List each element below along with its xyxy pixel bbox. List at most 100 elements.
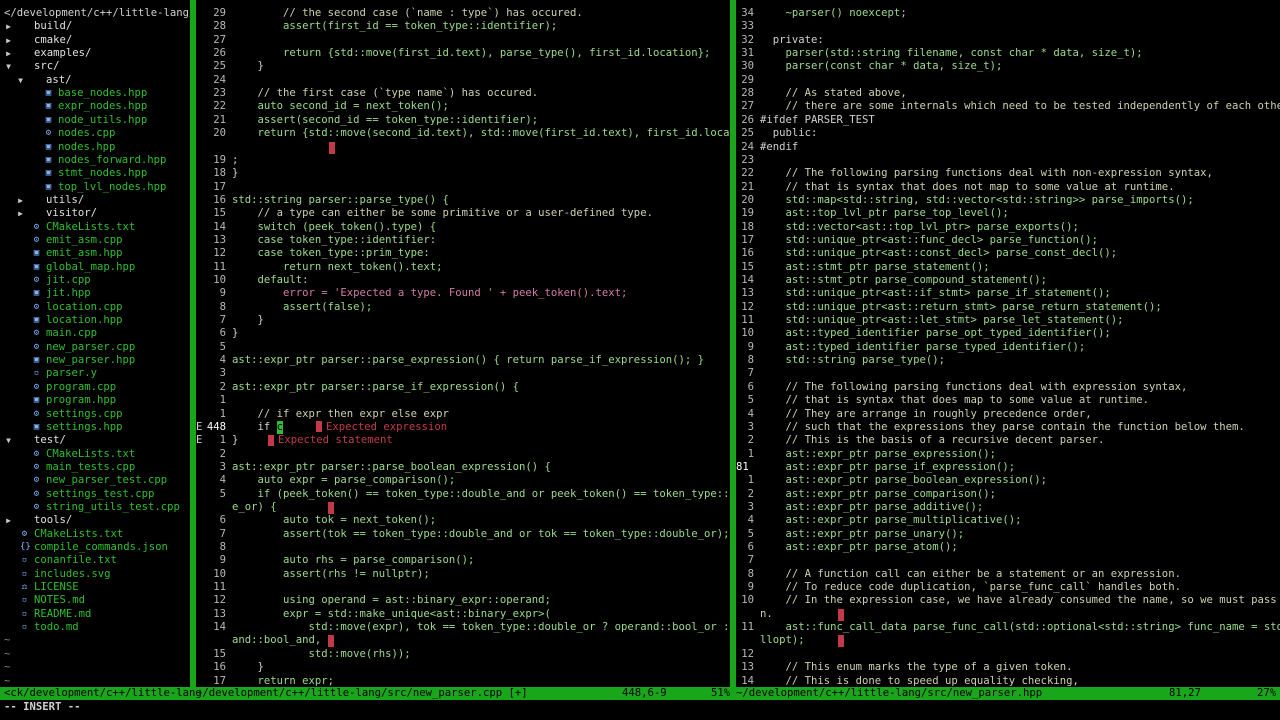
code-line[interactable]: 9 error = 'Expected a type. Found ' + pe… bbox=[196, 287, 730, 300]
code-line[interactable]: 5 // that is syntax that does map to som… bbox=[736, 394, 1280, 407]
code-line[interactable]: 9 auto rhs = parse_comparison(); bbox=[196, 554, 730, 567]
code-line[interactable]: 31 parser(std::string filename, const ch… bbox=[736, 47, 1280, 60]
code-line[interactable]: 27 // there are some internals which nee… bbox=[736, 100, 1280, 113]
tree-folder[interactable]: ▶ utils/ bbox=[0, 194, 190, 207]
code-line[interactable]: 11 std::unique_ptr<ast::let_stmt> parse_… bbox=[736, 314, 1280, 327]
code-line[interactable]: 1 bbox=[196, 394, 730, 407]
code-line[interactable]: 34 ~parser() noexcept; bbox=[736, 7, 1280, 20]
code-line[interactable]: 14 std::move(expr), tok == token_type::d… bbox=[196, 621, 730, 634]
tree-file[interactable]: ⚙ settings.cpp bbox=[0, 408, 190, 421]
chevron-down-icon[interactable]: ▼ bbox=[16, 74, 25, 87]
code-line[interactable]: 13 std::unique_ptr<ast::if_stmt> parse_i… bbox=[736, 287, 1280, 300]
code-line[interactable]: 27 bbox=[196, 34, 730, 47]
code-line[interactable]: 12 bbox=[736, 648, 1280, 661]
code-line[interactable]: E 1} Expected statement bbox=[196, 434, 730, 447]
chevron-right-icon[interactable]: ▶ bbox=[4, 20, 13, 33]
code-line[interactable]: 3 ast::expr_ptr parser::parse_boolean_exp… bbox=[196, 461, 730, 474]
tree-folder[interactable]: ▼ test/ bbox=[0, 434, 190, 447]
code-line[interactable]: 7 } bbox=[196, 314, 730, 327]
code-line[interactable]: 18} bbox=[196, 167, 730, 180]
tree-file[interactable]: ⚙ main.cpp bbox=[0, 327, 190, 340]
code-line[interactable]: 13 case token_type::identifier: bbox=[196, 234, 730, 247]
tree-folder[interactable]: ▶ tools/ bbox=[0, 514, 190, 527]
code-line[interactable]: 8 std::string parse_type(); bbox=[736, 354, 1280, 367]
code-line[interactable]: 32 private: bbox=[736, 34, 1280, 47]
code-line[interactable]: 29 // the second case (`name : type`) ha… bbox=[196, 7, 730, 20]
tree-file[interactable]: ▣ emit_asm.hpp bbox=[0, 247, 190, 260]
code-line[interactable]: 21 // that is syntax that does not map t… bbox=[736, 181, 1280, 194]
code-line[interactable]: llopt); bbox=[736, 634, 1280, 648]
code-line[interactable]: 7 assert(tok == token_type::double_and o… bbox=[196, 528, 730, 541]
tree-file[interactable]: ▣ settings.hpp bbox=[0, 421, 190, 434]
code-line[interactable]: 10 // In the expression case, we have al… bbox=[736, 594, 1280, 607]
code-line[interactable]: 4 ast::expr_ptr parser::parse_expression(… bbox=[196, 354, 730, 367]
code-line[interactable]: 1 ast::expr_ptr parse_boolean_expression… bbox=[736, 474, 1280, 487]
tree-file[interactable]: ▣ global_map.hpp bbox=[0, 261, 190, 274]
code-line[interactable]: 10 default: bbox=[196, 274, 730, 287]
tree-file[interactable]: ▫ README.md bbox=[0, 608, 190, 621]
code-line[interactable]: 7 bbox=[736, 554, 1280, 567]
code-line[interactable]: 9 ast::typed_identifier parse_typed_iden… bbox=[736, 341, 1280, 354]
code-line[interactable]: 11 ast::func_call_data parse_func_call(s… bbox=[736, 621, 1280, 634]
tree-folder[interactable]: ▼ src/ bbox=[0, 60, 190, 73]
code-line[interactable]: 2 ast::expr_ptr parser::parse_if_expressi… bbox=[196, 381, 730, 394]
code-line[interactable]: 22 // The following parsing functions de… bbox=[736, 167, 1280, 180]
code-line[interactable]: 28 // As stated above, bbox=[736, 87, 1280, 100]
tree-file[interactable]: ⚙ nodes.cpp bbox=[0, 127, 190, 140]
code-line[interactable]: 3 ast::expr_ptr parse_additive(); bbox=[736, 501, 1280, 514]
code-line[interactable]: 17 return expr; bbox=[196, 675, 730, 688]
tree-file[interactable]: ⚖ LICENSE bbox=[0, 581, 190, 594]
tree-file[interactable]: ▣ top_lvl_nodes.hpp bbox=[0, 181, 190, 194]
code-line[interactable]: 1 // if expr then expr else expr bbox=[196, 408, 730, 421]
tree-file[interactable]: ⚙ CMakeLists.txt bbox=[0, 448, 190, 461]
code-line[interactable]: 15 ast::stmt_ptr parse_statement(); bbox=[736, 261, 1280, 274]
code-line[interactable]: 19 ast::top_lvl_ptr parse_top_level(); bbox=[736, 207, 1280, 220]
code-line[interactable]: 4 ast::expr_ptr parse_multiplicative(); bbox=[736, 514, 1280, 527]
code-line[interactable]: 1 ast::expr_ptr parse_expression(); bbox=[736, 448, 1280, 461]
code-line[interactable]: 81 ast::expr_ptr parse_if_expression(); bbox=[736, 461, 1280, 474]
code-line[interactable]: 20 std::map<std::string, std::vector<std… bbox=[736, 194, 1280, 207]
code-line[interactable]: 23 bbox=[736, 154, 1280, 167]
code-line[interactable]: 9 // To reduce code duplication, `parse_… bbox=[736, 581, 1280, 594]
code-line[interactable]: 16 std::unique_ptr<ast::const_decl> pars… bbox=[736, 247, 1280, 260]
tree-folder[interactable]: ▶ build/ bbox=[0, 20, 190, 33]
code-line[interactable]: 3 bbox=[196, 367, 730, 380]
tree-file[interactable]: ▫ NOTES.md bbox=[0, 594, 190, 607]
code-line[interactable]: 22 auto second_id = next_token(); bbox=[196, 100, 730, 113]
code-line[interactable]: 13 // This enum marks the type of a give… bbox=[736, 661, 1280, 674]
code-line[interactable]: 12 using operand = ast::binary_expr::ope… bbox=[196, 594, 730, 607]
code-line[interactable]: 6 auto tok = next_token(); bbox=[196, 514, 730, 527]
code-line[interactable]: 2 bbox=[196, 448, 730, 461]
tree-file[interactable]: ▣ expr_nodes.hpp bbox=[0, 100, 190, 113]
code-line[interactable]: 5 ast::expr_ptr parse_unary(); bbox=[736, 528, 1280, 541]
code-line[interactable]: 12 std::unique_ptr<ast::return_stmt> par… bbox=[736, 301, 1280, 314]
code-line[interactable]: 10 ast::typed_identifier parse_opt_typed… bbox=[736, 327, 1280, 340]
chevron-right-icon[interactable]: ▶ bbox=[4, 47, 13, 60]
code-line[interactable]: 11 return next_token().text; bbox=[196, 261, 730, 274]
tree-file[interactable]: ⚙ new_parser.cpp bbox=[0, 341, 190, 354]
code-line[interactable]: 12 case token_type::prim_type: bbox=[196, 247, 730, 260]
tree-file[interactable]: ▣ stmt_nodes.hpp bbox=[0, 167, 190, 180]
tree-file[interactable]: {} compile_commands.json bbox=[0, 541, 190, 554]
code-line[interactable]: 10 assert(rhs != nullptr); bbox=[196, 568, 730, 581]
code-line[interactable]: 11 bbox=[196, 581, 730, 594]
code-line[interactable]: 29 bbox=[736, 74, 1280, 87]
tree-file[interactable]: ▣ program.hpp bbox=[0, 394, 190, 407]
code-line[interactable]: 14 // This is done to speed up equality … bbox=[736, 675, 1280, 688]
chevron-down-icon[interactable]: ▼ bbox=[4, 60, 13, 73]
file-tree-pane[interactable]: </development/c++/little-lang/▶ build/▶ cm… bbox=[0, 0, 190, 687]
tree-root[interactable]: </development/c++/little-lang/ bbox=[4, 7, 190, 20]
code-line[interactable]: 16 } bbox=[196, 661, 730, 674]
code-line[interactable]: 8 // A function call can either be a sta… bbox=[736, 568, 1280, 581]
code-line[interactable]: 17 bbox=[196, 181, 730, 194]
tree-file[interactable]: ⚙ new_parser_test.cpp bbox=[0, 474, 190, 487]
code-line[interactable]: 33 bbox=[736, 20, 1280, 33]
code-line[interactable]: 5 bbox=[196, 341, 730, 354]
code-line[interactable]: 4 // They are arrange in roughly precede… bbox=[736, 408, 1280, 421]
code-line[interactable]: 6 ast::expr_ptr parse_atom(); bbox=[736, 541, 1280, 554]
code-line[interactable]: 16 std::string parser::parse_type() { bbox=[196, 194, 730, 207]
code-line[interactable]: 14 ast::stmt_ptr parse_compound_statemen… bbox=[736, 274, 1280, 287]
tree-file[interactable]: ▣ location.hpp bbox=[0, 314, 190, 327]
code-line[interactable]: E 448 if c Expected expression bbox=[196, 420, 730, 435]
tree-folder[interactable]: ▶ visitor/ bbox=[0, 207, 190, 220]
